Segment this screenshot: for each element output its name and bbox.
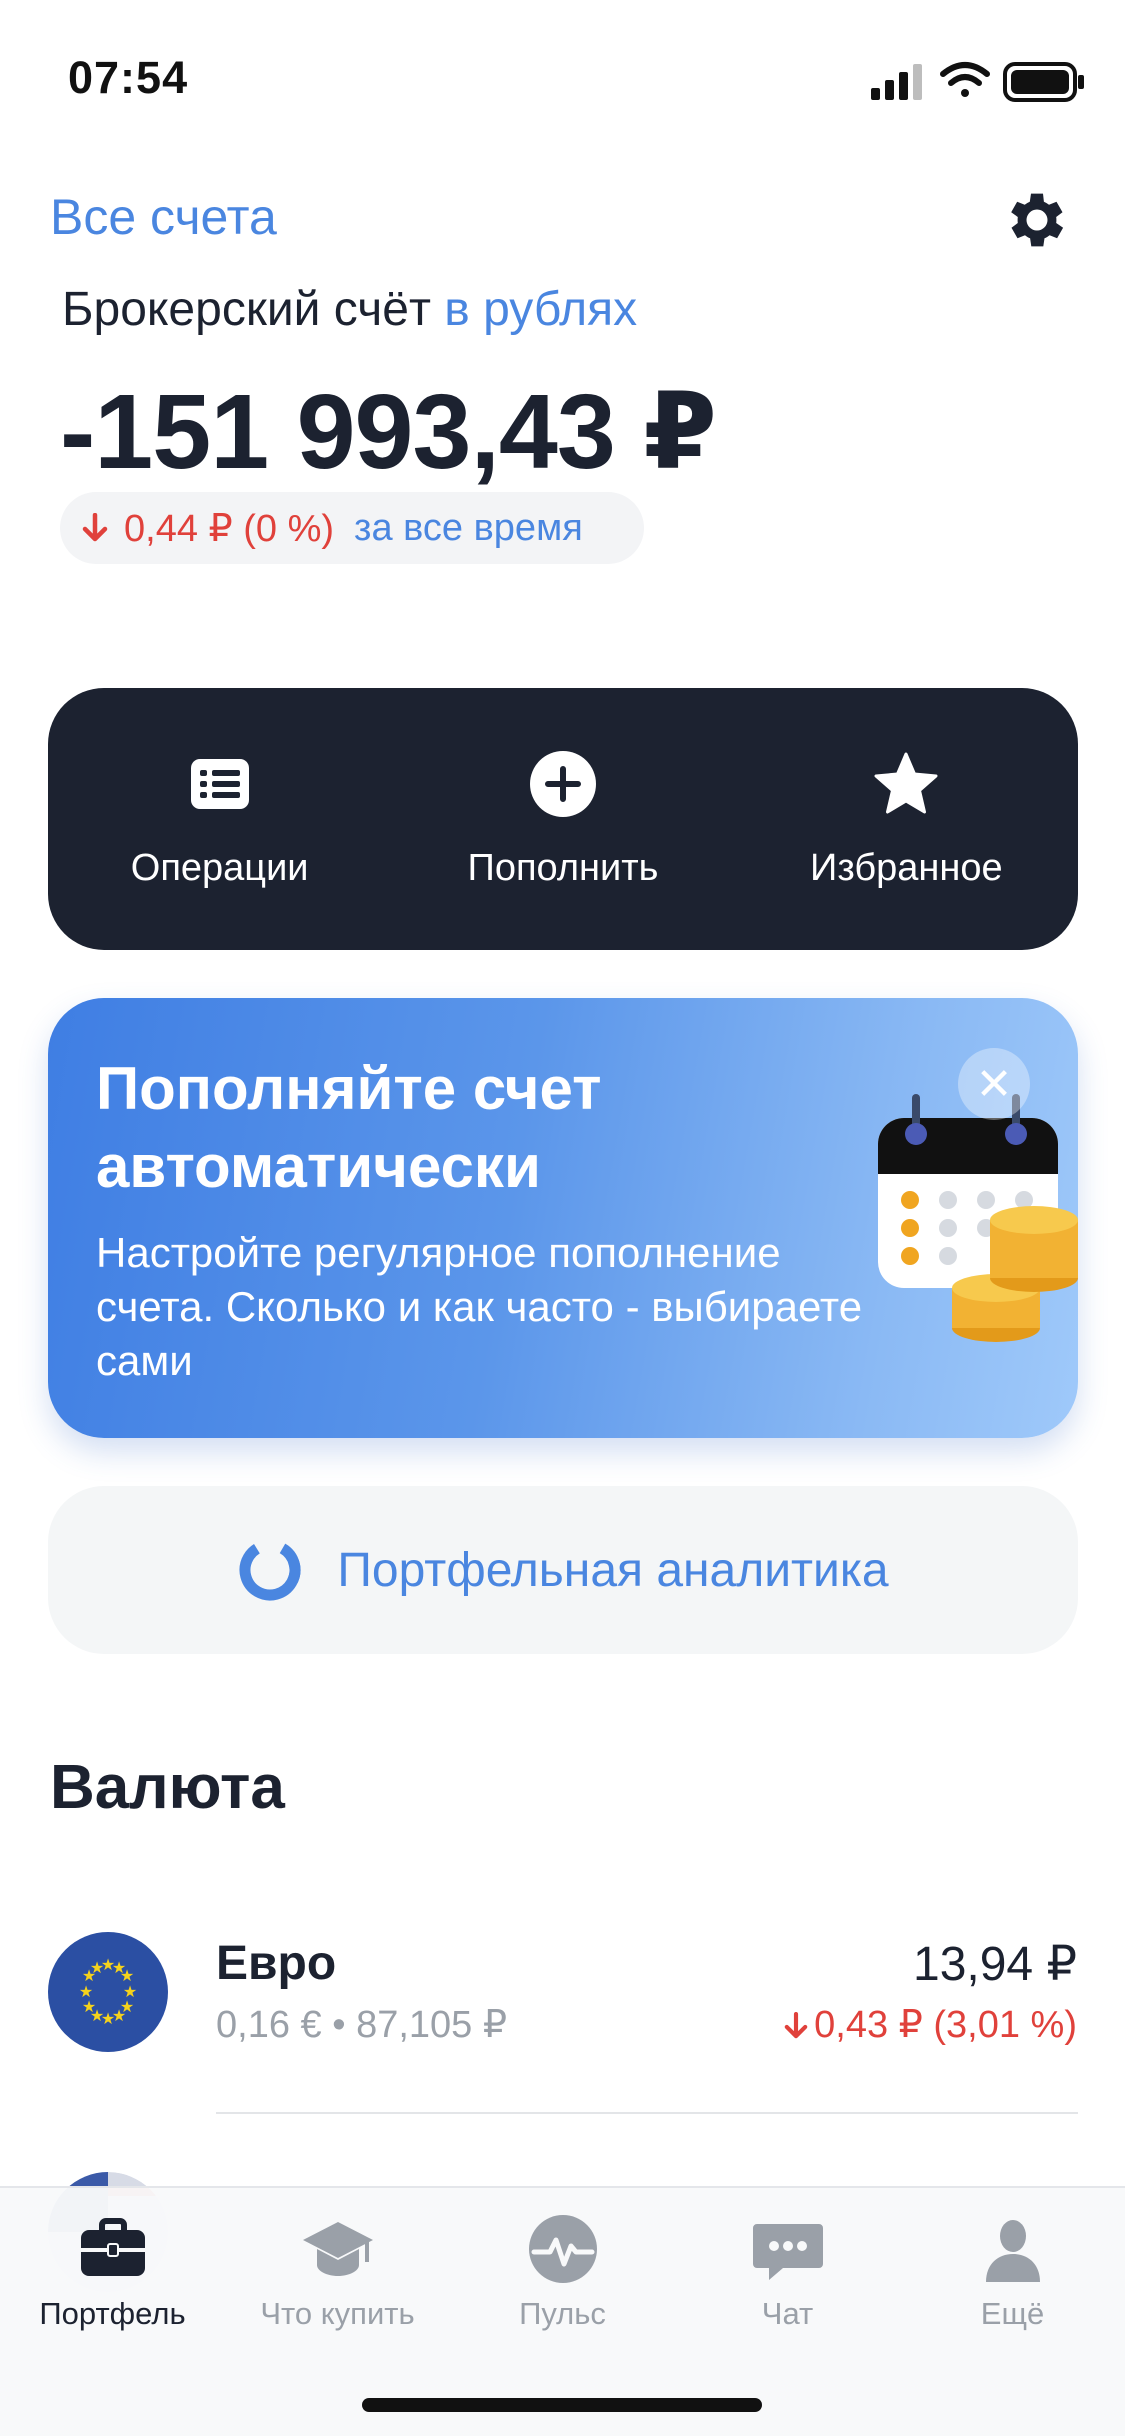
account-currency[interactable]: в рублях — [444, 283, 637, 336]
pulse-icon — [528, 2215, 597, 2283]
change-value: 0,44 ₽ (0 %) — [124, 507, 335, 550]
home-indicator — [362, 2398, 762, 2412]
quick-actions-bar: Операции Пополнить Избранное — [48, 688, 1078, 950]
all-accounts-link[interactable]: Все счета — [50, 188, 277, 246]
graduation-cap-icon — [302, 2222, 373, 2276]
account-label: Брокерский счёт — [62, 283, 431, 336]
banner-title: Пополняйте счет автоматически — [96, 1055, 602, 1200]
tab-more[interactable]: Ещё — [900, 2212, 1125, 2332]
status-icons — [871, 62, 1084, 102]
tab-portfolio[interactable]: Портфель — [0, 2212, 225, 2332]
gear-icon[interactable] — [1001, 184, 1073, 256]
favorites-label: Избранное — [810, 846, 1003, 889]
banner-text: Настройте регулярное пополнение счета. С… — [96, 1229, 863, 1384]
battery-icon — [1003, 62, 1084, 102]
currency-name: Евро — [216, 1937, 337, 1990]
star-icon — [874, 752, 938, 813]
account-balance: -151 993,43 ₽ — [60, 373, 717, 491]
tab-chat[interactable]: Чат — [675, 2212, 900, 2332]
status-time: 07:54 — [68, 52, 189, 103]
tab-label: Пульс — [519, 2296, 606, 2331]
tab-label: Что купить — [260, 2296, 415, 2331]
currency-delta: 0,43 ₽ (3,01 %) — [784, 2002, 1077, 2047]
currency-amount: 0,16 € • 87,105 ₽ — [216, 2004, 508, 2046]
tab-what-to-buy[interactable]: Что купить — [225, 2212, 450, 2332]
list-icon — [190, 758, 249, 809]
top-up-label: Пополнить — [467, 846, 659, 889]
arrow-down-icon — [82, 513, 108, 542]
signal-icon — [871, 64, 922, 100]
currency-delta-value: 0,43 ₽ (3,01 %) — [814, 2004, 1077, 2046]
briefcase-icon — [80, 2218, 145, 2276]
tab-label: Чат — [761, 2296, 814, 2331]
favorites-button[interactable]: Избранное — [756, 749, 1056, 890]
operations-button[interactable]: Операции — [70, 749, 370, 890]
operations-label: Операции — [130, 846, 309, 889]
list-item-euro[interactable]: ★ ★ ★ ★ ★ ★ ★ ★ ★ ★ ★ ★ Евро 0,16 € • 87… — [0, 1928, 1125, 2058]
tab-pulse[interactable]: Пульс — [450, 2212, 675, 2332]
portfolio-analytics-label: Портфельная аналитика — [337, 1543, 889, 1597]
svg-text:★: ★ — [90, 1958, 104, 1977]
account-title[interactable]: Брокерский счёт в рублях — [62, 282, 637, 337]
list-divider — [216, 2112, 1078, 2114]
tab-label: Портфель — [39, 2296, 186, 2331]
wifi-icon — [940, 62, 990, 97]
auto-topup-banner[interactable]: Пополняйте счет автоматически Настройте … — [48, 998, 1078, 1438]
arrow-down-icon — [784, 2011, 808, 2039]
portfolio-analytics-button[interactable]: Портфельная аналитика — [48, 1486, 1078, 1654]
top-up-button[interactable]: Пополнить — [413, 749, 713, 890]
balance-change-pill[interactable]: 0,44 ₽ (0 %) за все время — [60, 492, 644, 564]
eu-flag-icon: ★ ★ ★ ★ ★ ★ ★ ★ ★ ★ ★ ★ — [48, 1932, 168, 2052]
change-period: за все время — [354, 506, 583, 549]
plus-circle-icon — [529, 750, 596, 817]
chat-icon — [752, 2224, 823, 2280]
currency-price: 13,94 ₽ — [913, 1938, 1077, 1991]
donut-chart-icon — [239, 1539, 301, 1601]
profile-icon — [985, 2220, 1040, 2282]
banner-close-button[interactable]: ✕ — [958, 1048, 1030, 1120]
calendar-coins-illustration — [878, 1094, 1078, 1342]
tab-label: Ещё — [980, 2296, 1045, 2331]
section-title-currency: Валюта — [50, 1753, 285, 1822]
